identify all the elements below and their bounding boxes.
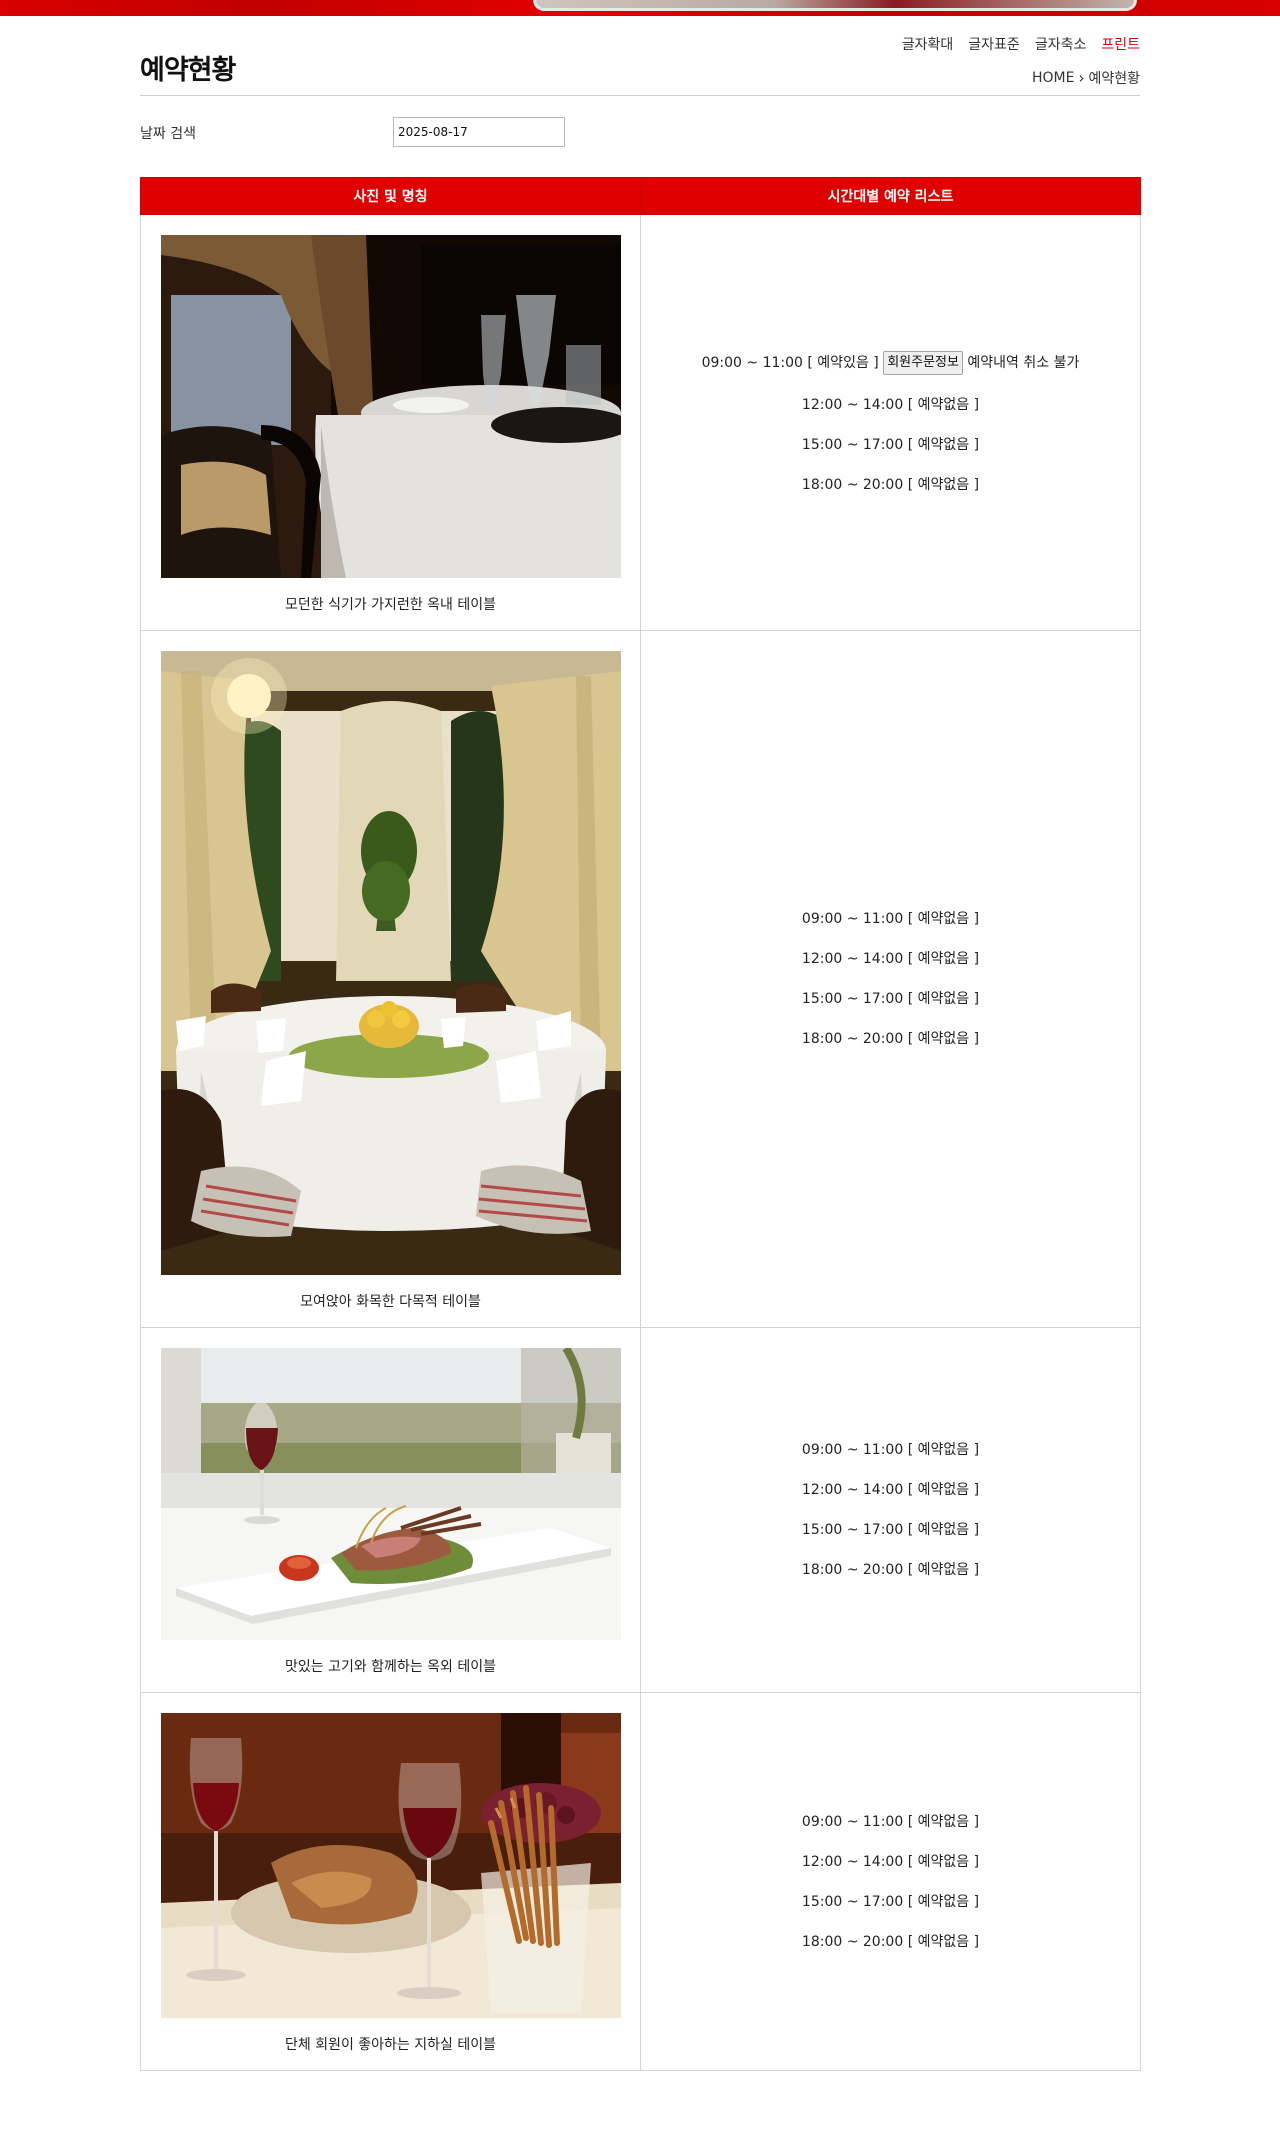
slot-time: 15:00 ~ 17:00 — [801, 991, 904, 1007]
time-slot-cell: 09:00 ~ 11:00 [ 예약없음 ] 12:00 ~ 14:00 [ 예… — [640, 630, 1141, 1328]
time-slot: 18:00 ~ 20:00 [ 예약없음 ] — [641, 1932, 1140, 1952]
slot-status: [ 예약없음 ] — [907, 1933, 980, 1950]
slot-status: [ 예약없음 ] — [907, 436, 980, 453]
photo-caption: 모여앉아 화목한 다목적 테이블 — [300, 1294, 481, 1310]
slot-time: 15:00 ~ 17:00 — [801, 436, 904, 453]
slot-status: [ 예약없음 ] — [907, 991, 980, 1007]
photo-caption: 맛있는 고기와 함께하는 옥외 테이블 — [285, 1659, 496, 1675]
table-row: 단체 회원이 좋아하는 지하실 테이블 09:00 ~ 11:00 [ 예약없음… — [140, 1692, 1141, 2071]
time-slot: 12:00 ~ 14:00 [ 예약없음 ] — [641, 395, 1140, 415]
slot-status: [ 예약없음 ] — [907, 1442, 980, 1458]
slot-status: [ 예약없음 ] — [907, 1482, 980, 1498]
slot-time: 09:00 ~ 11:00 — [801, 911, 904, 927]
slot-time: 12:00 ~ 14:00 — [801, 396, 904, 413]
photo-cell: 맛있는 고기와 함께하는 옥외 테이블 — [140, 1327, 641, 1693]
time-slot: 18:00 ~ 20:00 [ 예약없음 ] — [641, 1029, 1140, 1049]
time-slot: 12:00 ~ 14:00 [ 예약없음 ] — [641, 949, 1140, 969]
slot-time: 18:00 ~ 20:00 — [801, 1933, 904, 1950]
date-search-input[interactable] — [393, 117, 565, 147]
time-slot: 09:00 ~ 11:00 [ 예약없음 ] — [641, 1812, 1140, 1832]
banner-image-frame — [533, 0, 1137, 11]
photo-caption: 모던한 식기가 가지런한 옥내 테이블 — [285, 597, 496, 613]
breadcrumb: HOME › 예약현황 — [1032, 68, 1140, 88]
time-slot-cell: 09:00 ~ 11:00 [ 예약없음 ] 12:00 ~ 14:00 [ 예… — [640, 1692, 1141, 2071]
time-slot: 09:00 ~ 11:00 [ 예약있음 ] 회원주문정보 예약내역 취소 불가 — [641, 350, 1140, 375]
table-photo — [160, 651, 621, 1275]
time-slot: 12:00 ~ 14:00 [ 예약없음 ] — [641, 1852, 1140, 1872]
page-title: 예약현황 — [140, 55, 236, 86]
table-photo — [160, 235, 621, 578]
time-slot: 18:00 ~ 20:00 [ 예약없음 ] — [641, 475, 1140, 495]
table-header-row: 사진 및 명칭 시간대별 예약 리스트 — [140, 177, 1141, 215]
slot-status: [ 예약없음 ] — [907, 1813, 980, 1830]
time-slot-cell: 09:00 ~ 11:00 [ 예약있음 ] 회원주문정보 예약내역 취소 불가… — [640, 214, 1141, 631]
table-photo — [160, 1348, 621, 1640]
slot-time: 12:00 ~ 14:00 — [801, 1482, 904, 1498]
slot-time: 12:00 ~ 14:00 — [801, 951, 904, 967]
slot-time: 18:00 ~ 20:00 — [801, 1562, 904, 1578]
font-tools: 글자확대 글자표준 글자축소 프린트 — [902, 34, 1140, 54]
date-search-label: 날짜 검색 — [140, 126, 196, 142]
slot-time: 09:00 ~ 11:00 — [801, 1813, 904, 1830]
title-divider — [140, 95, 1140, 96]
photo-cell: 모여앉아 화목한 다목적 테이블 — [140, 630, 641, 1328]
time-slot: 15:00 ~ 17:00 [ 예약없음 ] — [641, 1520, 1140, 1540]
photo-cell: 단체 회원이 좋아하는 지하실 테이블 — [140, 1692, 641, 2071]
slot-time: 18:00 ~ 20:00 — [801, 1031, 904, 1047]
table-row: 맛있는 고기와 함께하는 옥외 테이블 09:00 ~ 11:00 [ 예약없음… — [140, 1327, 1141, 1693]
font-shrink-link[interactable]: 글자축소 — [1035, 34, 1087, 54]
banner-image — [536, 0, 1134, 8]
slot-status: [ 예약없음 ] — [907, 911, 980, 927]
table-photo — [160, 1713, 621, 2018]
chevron-right-icon: › — [1078, 69, 1085, 87]
photo-cell: 모던한 식기가 가지런한 옥내 테이블 — [140, 214, 641, 631]
time-slot: 09:00 ~ 11:00 [ 예약없음 ] — [641, 909, 1140, 929]
slot-status: [ 예약없음 ] — [907, 396, 980, 413]
header-time-list: 시간대별 예약 리스트 — [640, 177, 1141, 215]
cancel-note: 예약내역 취소 불가 — [967, 354, 1080, 371]
slot-status: [ 예약없음 ] — [907, 1522, 980, 1538]
time-slot: 12:00 ~ 14:00 [ 예약없음 ] — [641, 1480, 1140, 1500]
slot-status: [ 예약있음 ] — [807, 354, 879, 371]
slot-status: [ 예약없음 ] — [907, 1562, 980, 1578]
time-slot: 15:00 ~ 17:00 [ 예약없음 ] — [641, 1892, 1140, 1912]
table-row: 모여앉아 화목한 다목적 테이블 09:00 ~ 11:00 [ 예약없음 ] … — [140, 630, 1141, 1328]
photo-caption: 단체 회원이 좋아하는 지하실 테이블 — [285, 2037, 496, 2053]
reservation-table: 사진 및 명칭 시간대별 예약 리스트 모던한 식기가 가지런한 옥내 테이블 … — [140, 177, 1141, 2071]
slot-time: 09:00 ~ 11:00 — [801, 1442, 904, 1458]
slot-status: [ 예약없음 ] — [907, 951, 980, 967]
slot-time: 15:00 ~ 17:00 — [801, 1522, 904, 1538]
font-standard-link[interactable]: 글자표준 — [968, 34, 1020, 54]
slot-time: 15:00 ~ 17:00 — [801, 1893, 904, 1910]
time-slot: 15:00 ~ 17:00 [ 예약없음 ] — [641, 435, 1140, 455]
font-enlarge-link[interactable]: 글자확대 — [902, 34, 954, 54]
time-slot: 15:00 ~ 17:00 [ 예약없음 ] — [641, 989, 1140, 1009]
slot-time: 09:00 ~ 11:00 — [701, 354, 803, 371]
slot-time: 12:00 ~ 14:00 — [801, 1853, 904, 1870]
print-link[interactable]: 프린트 — [1101, 34, 1140, 54]
header-photo-name: 사진 및 명칭 — [140, 177, 641, 215]
member-order-info-button[interactable]: 회원주문정보 — [883, 350, 963, 375]
time-slot: 18:00 ~ 20:00 [ 예약없음 ] — [641, 1560, 1140, 1580]
slot-status: [ 예약없음 ] — [907, 1893, 980, 1910]
top-banner — [0, 0, 1280, 16]
time-slot-cell: 09:00 ~ 11:00 [ 예약없음 ] 12:00 ~ 14:00 [ 예… — [640, 1327, 1141, 1693]
time-slot: 09:00 ~ 11:00 [ 예약없음 ] — [641, 1440, 1140, 1460]
slot-status: [ 예약없음 ] — [907, 1031, 980, 1047]
slot-time: 18:00 ~ 20:00 — [801, 476, 904, 493]
table-row: 모던한 식기가 가지런한 옥내 테이블 09:00 ~ 11:00 [ 예약있음… — [140, 214, 1141, 631]
breadcrumb-home[interactable]: HOME — [1032, 70, 1074, 86]
slot-status: [ 예약없음 ] — [907, 1853, 980, 1870]
slot-status: [ 예약없음 ] — [907, 476, 980, 493]
breadcrumb-current: 예약현황 — [1088, 71, 1140, 87]
